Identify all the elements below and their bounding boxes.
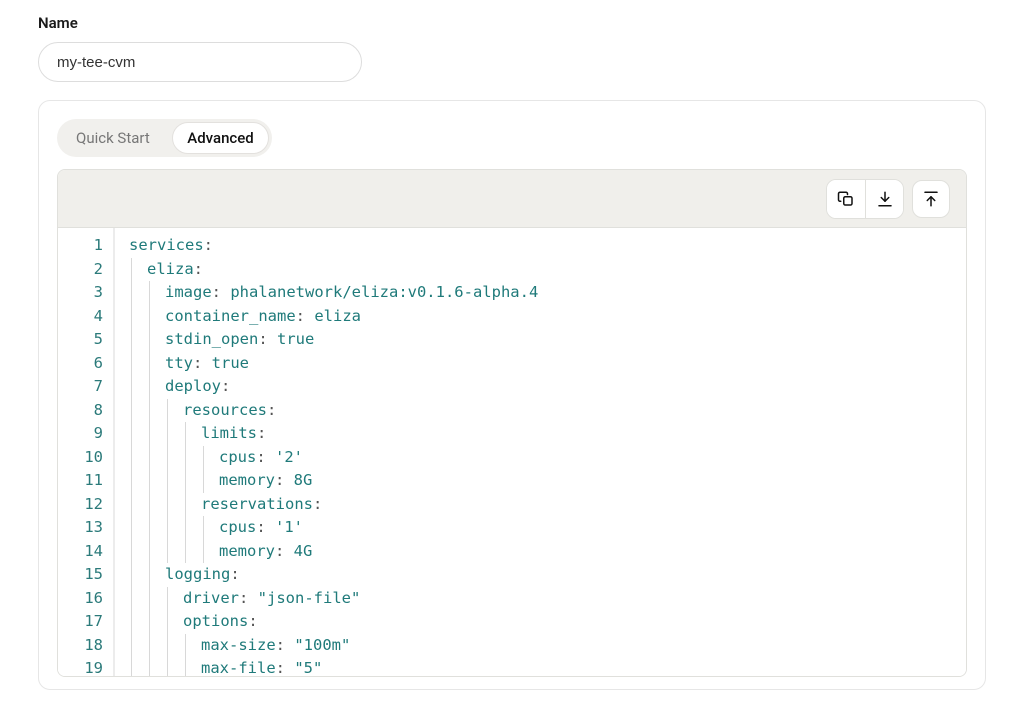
name-input[interactable] [38, 42, 362, 82]
tab-advanced[interactable]: Advanced [172, 122, 269, 154]
tab-quick-start[interactable]: Quick Start [60, 122, 166, 154]
line-number: 10 [58, 446, 103, 470]
line-number: 19 [58, 657, 103, 676]
line-number: 5 [58, 328, 103, 352]
code-line: image: phalanetwork/eliza:v0.1.6-alpha.4 [129, 281, 956, 305]
code-content[interactable]: services:eliza:image: phalanetwork/eliza… [114, 228, 966, 676]
code-line: reservations: [129, 493, 956, 517]
code-line: limits: [129, 422, 956, 446]
code-line: driver: "json-file" [129, 587, 956, 611]
line-number: 6 [58, 352, 103, 376]
line-number: 8 [58, 399, 103, 423]
config-panel: Quick Start Advanced [38, 100, 986, 690]
code-line: services: [129, 234, 956, 258]
tabs: Quick Start Advanced [57, 119, 272, 157]
editor-toolbar [58, 170, 966, 228]
line-number: 9 [58, 422, 103, 446]
line-number: 17 [58, 610, 103, 634]
line-number: 4 [58, 305, 103, 329]
line-number: 13 [58, 516, 103, 540]
download-button[interactable] [865, 180, 903, 218]
line-number: 7 [58, 375, 103, 399]
code-line: memory: 4G [129, 540, 956, 564]
copy-icon [837, 190, 855, 208]
code-line: stdin_open: true [129, 328, 956, 352]
code-line: memory: 8G [129, 469, 956, 493]
download-icon [876, 190, 894, 208]
line-number: 16 [58, 587, 103, 611]
line-number: 11 [58, 469, 103, 493]
upload-button[interactable] [912, 180, 950, 218]
code-line: eliza: [129, 258, 956, 282]
line-number: 14 [58, 540, 103, 564]
line-number: 1 [58, 234, 103, 258]
copy-button[interactable] [827, 180, 865, 218]
code-line: container_name: eliza [129, 305, 956, 329]
code-line: max-size: "100m" [129, 634, 956, 658]
line-number: 18 [58, 634, 103, 658]
code-area[interactable]: 12345678910111213141516171819 services:e… [58, 228, 966, 676]
code-line: tty: true [129, 352, 956, 376]
line-gutter: 12345678910111213141516171819 [58, 228, 114, 676]
upload-icon [922, 190, 940, 208]
code-line: options: [129, 610, 956, 634]
code-line: cpus: '2' [129, 446, 956, 470]
code-line: max-file: "5" [129, 657, 956, 676]
line-number: 3 [58, 281, 103, 305]
line-number: 15 [58, 563, 103, 587]
name-label: Name [38, 14, 986, 32]
code-line: logging: [129, 563, 956, 587]
line-number: 12 [58, 493, 103, 517]
editor-button-group [826, 179, 904, 219]
code-editor: 12345678910111213141516171819 services:e… [57, 169, 967, 677]
line-number: 2 [58, 258, 103, 282]
code-line: deploy: [129, 375, 956, 399]
code-line: cpus: '1' [129, 516, 956, 540]
code-line: resources: [129, 399, 956, 423]
